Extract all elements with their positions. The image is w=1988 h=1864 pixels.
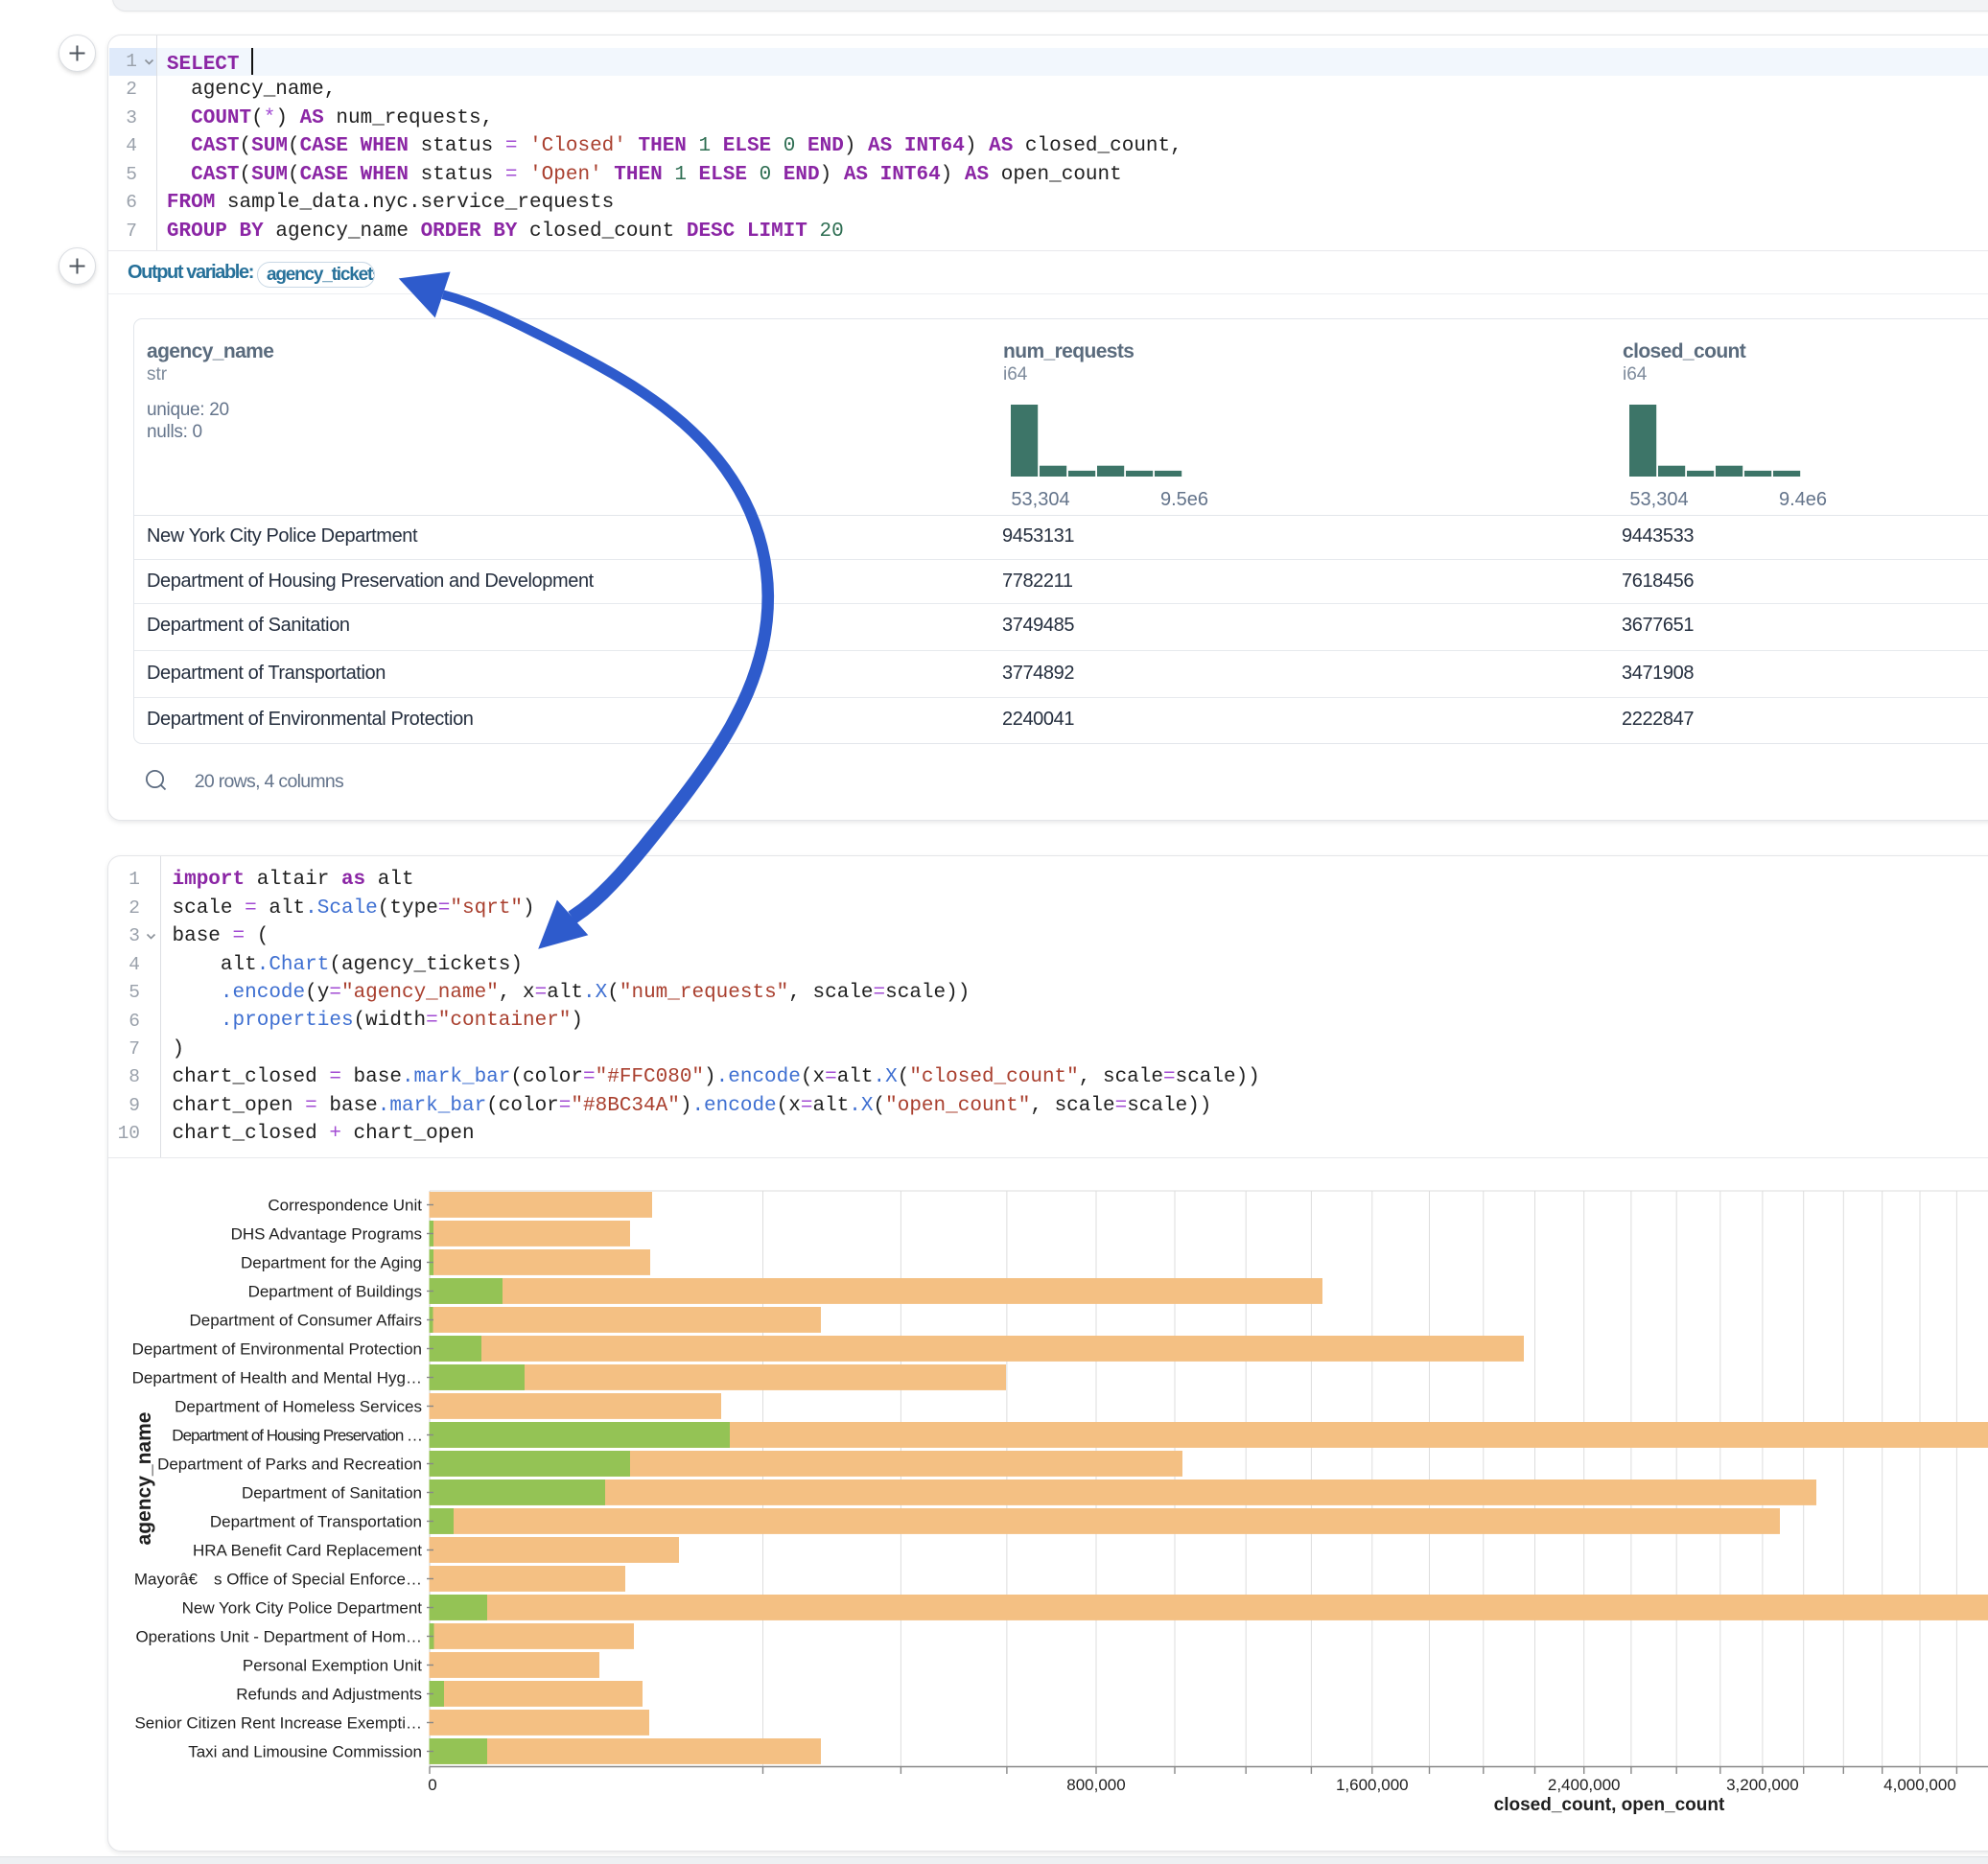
svg-text:Department of Buildings: Department of Buildings xyxy=(248,1283,422,1301)
svg-text:Mayorâ€ s Office of Special En: Mayorâ€ s Office of Special Enforce… xyxy=(134,1571,422,1589)
svg-text:DHS Advantage Programs: DHS Advantage Programs xyxy=(231,1225,422,1244)
svg-text:Department of Housing Preserva: Department of Housing Preservation … xyxy=(172,1427,422,1445)
svg-text:Personal Exemption Unit: Personal Exemption Unit xyxy=(243,1657,422,1675)
svg-text:Department of Homeless Service: Department of Homeless Services xyxy=(175,1398,422,1416)
svg-text:Operations Unit - Department o: Operations Unit - Department of Hom… xyxy=(135,1628,422,1646)
svg-text:Department of Health and Menta: Department of Health and Mental Hyg… xyxy=(132,1369,422,1387)
svg-text:Department of Environmental Pr: Department of Environmental Protection xyxy=(132,1340,422,1359)
svg-text:Senior Citizen Rent Increase E: Senior Citizen Rent Increase Exempti… xyxy=(134,1714,422,1733)
svg-text:agency_name: agency_name xyxy=(133,1412,155,1546)
svg-text:Refunds and Adjustments: Refunds and Adjustments xyxy=(236,1686,422,1704)
svg-text:1,600,000: 1,600,000 xyxy=(1336,1776,1409,1794)
svg-text:2,400,000: 2,400,000 xyxy=(1548,1776,1621,1794)
svg-text:4,000,000: 4,000,000 xyxy=(1883,1776,1956,1794)
svg-text:HRA Benefit Card Replacement: HRA Benefit Card Replacement xyxy=(193,1542,422,1560)
svg-text:New York City Police Departmen: New York City Police Department xyxy=(182,1599,423,1618)
svg-text:Department of Sanitation: Department of Sanitation xyxy=(242,1484,422,1503)
svg-text:Department for the Aging: Department for the Aging xyxy=(241,1254,422,1272)
svg-text:Correspondence Unit: Correspondence Unit xyxy=(268,1197,422,1215)
svg-text:800,000: 800,000 xyxy=(1066,1776,1125,1794)
svg-text:Taxi and Limousine Commission: Taxi and Limousine Commission xyxy=(188,1743,422,1761)
svg-text:Department of Parks and Recrea: Department of Parks and Recreation xyxy=(157,1456,422,1474)
svg-text:Department of Transportation: Department of Transportation xyxy=(210,1513,422,1531)
svg-text:0: 0 xyxy=(428,1776,436,1794)
svg-text:3,200,000: 3,200,000 xyxy=(1726,1776,1799,1794)
svg-text:Department of Consumer Affairs: Department of Consumer Affairs xyxy=(189,1312,422,1330)
svg-text:closed_count, open_count: closed_count, open_count xyxy=(1494,1795,1725,1815)
